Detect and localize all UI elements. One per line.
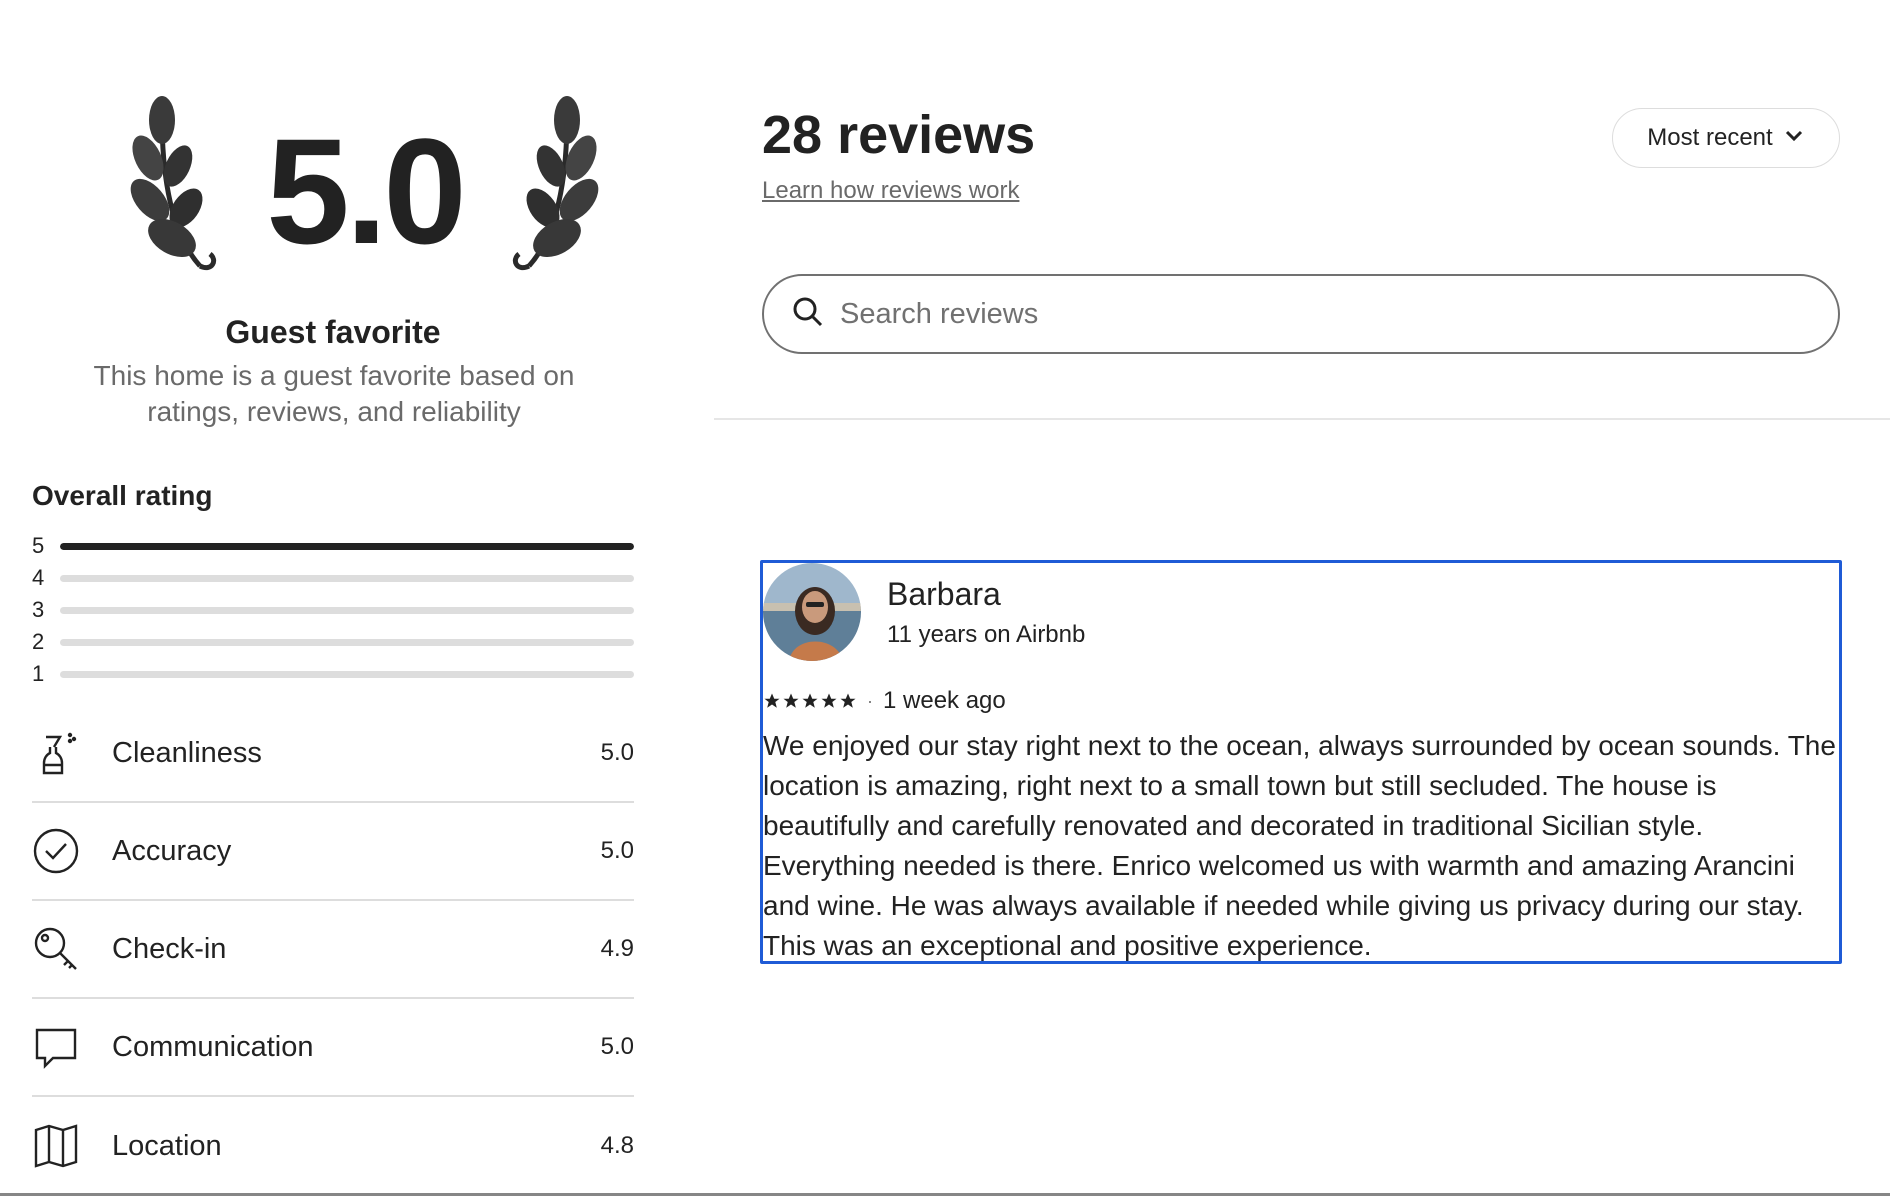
- section-divider: [714, 418, 1890, 420]
- distribution-row: 4: [32, 562, 634, 594]
- guest-favorite-description: This home is a guest favorite based on r…: [93, 360, 575, 427]
- chevron-down-icon: [1783, 124, 1805, 153]
- category-value: 4.9: [600, 935, 634, 962]
- distribution-bar: [60, 638, 634, 646]
- category-value: 4.8: [600, 1132, 634, 1159]
- check-circle-icon: [32, 827, 80, 875]
- category-row-cleanliness: Cleanliness 5.0: [32, 705, 634, 803]
- star-icon: [821, 693, 837, 708]
- distribution-stars-label: 5: [32, 533, 45, 558]
- distribution-row: 3: [32, 594, 634, 626]
- review-date: 1 week ago: [883, 687, 1006, 714]
- reviewer-tenure: 11 years on Airbnb: [887, 621, 1086, 648]
- category-row-accuracy: Accuracy 5.0: [32, 803, 634, 901]
- distribution-bar: [60, 670, 634, 678]
- overall-rating-label: Overall rating: [32, 480, 213, 511]
- sort-dropdown-button[interactable]: Most recent: [1612, 108, 1840, 168]
- category-ratings: Cleanliness 5.0 Accuracy 5.0 Check-in 4.…: [32, 705, 634, 1195]
- avatar[interactable]: [763, 563, 861, 661]
- distribution-row: 5: [32, 530, 634, 562]
- category-name: Cleanliness: [112, 736, 262, 769]
- star-icon: [764, 693, 780, 708]
- review-card[interactable]: Barbara 11 years on Airbnb · 1 week ago …: [760, 560, 1842, 964]
- sort-label: Most recent: [1647, 124, 1773, 151]
- star-icon: [802, 693, 818, 708]
- distribution-bar-fill: [60, 542, 634, 550]
- search-icon: [792, 296, 824, 333]
- star-rating: [763, 692, 857, 710]
- category-value: 5.0: [600, 739, 634, 766]
- distribution-stars-label: 3: [32, 597, 45, 622]
- category-name: Location: [112, 1129, 222, 1162]
- review-rating-row: · 1 week ago: [763, 687, 1006, 715]
- review-text: We enjoyed our stay right next to the oc…: [763, 730, 1836, 961]
- reviews-count-heading: 28 reviews: [762, 105, 1036, 165]
- category-row-communication: Communication 5.0: [32, 999, 634, 1097]
- category-value: 5.0: [600, 1033, 634, 1060]
- key-icon: [32, 925, 80, 973]
- distribution-bar: [60, 606, 634, 614]
- search-reviews-box[interactable]: [762, 274, 1840, 354]
- distribution-row: 2: [32, 626, 634, 658]
- laurel-right-icon: [512, 96, 599, 270]
- map-icon: [32, 1122, 80, 1170]
- reviewer-name: Barbara: [887, 576, 1001, 612]
- separator-dot: ·: [867, 690, 873, 711]
- search-reviews-input[interactable]: [840, 297, 1740, 331]
- distribution-bar: [60, 542, 634, 550]
- guest-favorite-badge: 5.0: [122, 96, 607, 296]
- category-row-check-in: Check-in 4.9: [32, 901, 634, 999]
- category-name: Check-in: [112, 932, 227, 965]
- category-name: Communication: [112, 1030, 314, 1063]
- star-icon: [840, 693, 856, 708]
- distribution-stars-label: 1: [32, 661, 45, 686]
- distribution-stars-label: 2: [32, 629, 45, 654]
- star-icon: [783, 693, 799, 708]
- distribution-bar: [60, 574, 634, 582]
- category-name: Accuracy: [112, 834, 232, 867]
- spray-bottle-icon: [32, 729, 80, 777]
- chat-bubble-icon: [32, 1023, 80, 1071]
- category-value: 5.0: [600, 837, 634, 864]
- rating-distribution: 5 4 3 2 1: [32, 530, 634, 690]
- distribution-stars-label: 4: [32, 565, 45, 590]
- learn-how-reviews-work-link[interactable]: Learn how reviews work: [762, 177, 1019, 205]
- guest-favorite-title: Guest favorite: [225, 314, 441, 350]
- distribution-row: 1: [32, 658, 634, 690]
- category-row-location: Location 4.8: [32, 1097, 634, 1195]
